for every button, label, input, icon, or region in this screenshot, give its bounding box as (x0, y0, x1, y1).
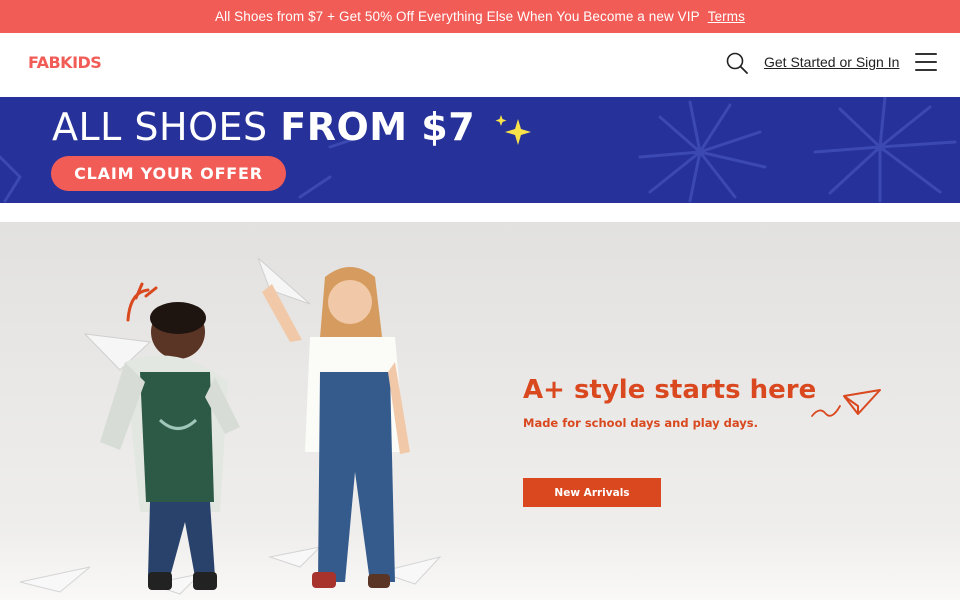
offer-headline-bold: FROM $7 (280, 105, 476, 149)
offer-headline: ALL SHOES FROM $7 (52, 105, 475, 149)
terms-link[interactable]: Terms (708, 9, 745, 24)
hamburger-menu-icon (915, 53, 937, 71)
menu-button[interactable] (915, 53, 937, 73)
promo-bar: All Shoes from $7 + Get 50% Off Everythi… (0, 0, 960, 33)
offer-headline-regular: ALL SHOES (52, 105, 281, 149)
search-button[interactable] (725, 51, 751, 77)
site-header: FABKIDS Get Started or Sign In (0, 33, 960, 98)
signin-link[interactable]: Get Started or Sign In (764, 54, 899, 70)
sparkle-icon (495, 115, 531, 145)
fabkids-logo[interactable]: FABKIDS (28, 53, 102, 72)
new-arrivals-button[interactable]: New Arrivals (523, 478, 661, 507)
claim-offer-button[interactable]: CLAIM YOUR OFFER (51, 156, 286, 191)
hero-title: A+ style starts here (523, 375, 817, 405)
promo-message: All Shoes from $7 + Get 50% Off Everythi… (215, 9, 700, 24)
search-icon (726, 52, 748, 74)
hero-section: A+ style starts here Made for school day… (0, 222, 960, 600)
offer-banner[interactable]: ALL SHOES FROM $7 CLAIM YOUR OFFER (0, 97, 960, 203)
paper-plane-icon (811, 389, 881, 417)
kids-photo (19, 257, 442, 595)
hero-subtitle: Made for school days and play days. (523, 416, 759, 430)
